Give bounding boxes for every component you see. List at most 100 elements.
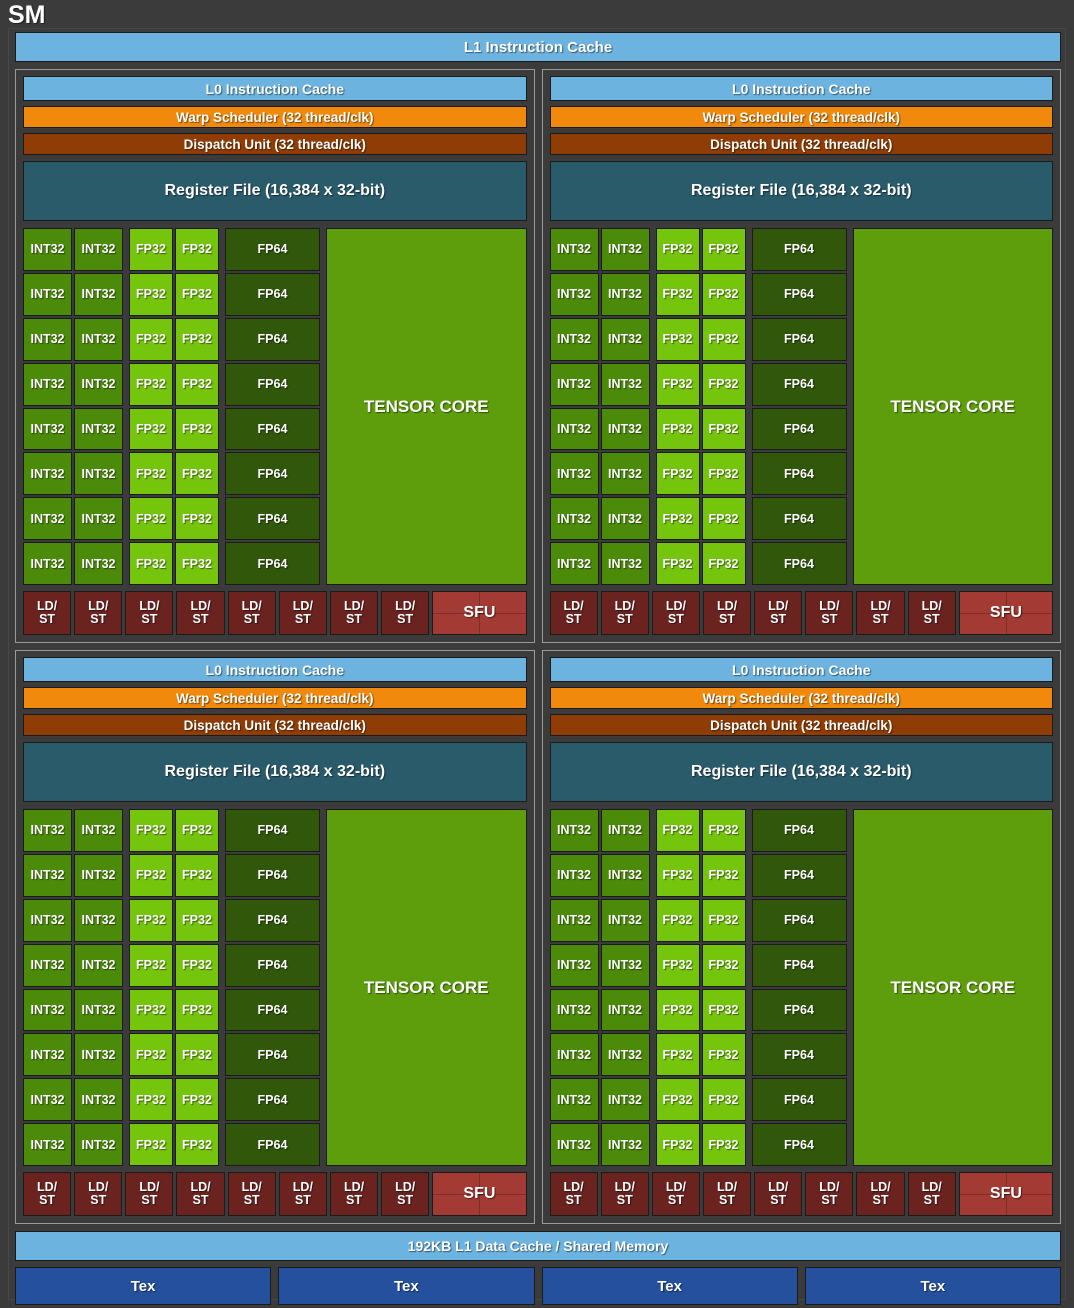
warp-scheduler-block: Warp Scheduler (32 thread/clk) — [549, 687, 1053, 709]
core-unit: INT32 — [23, 988, 72, 1032]
l0-instruction-cache-block: L0 Instruction Cache — [23, 657, 527, 682]
core-unit: FP64 — [751, 317, 847, 361]
fp64-unit-column: FP64 FP64 FP64 FP64 FP64 FP64 FP64 FP64 — [225, 809, 320, 1166]
core-unit: FP64 — [751, 362, 847, 406]
ld-st-unit: LD/ST — [329, 591, 379, 635]
core-unit: FP32 — [175, 809, 219, 852]
core-unit: FP32 — [701, 853, 746, 897]
core-unit: FP64 — [225, 988, 320, 1032]
sfu-label: SFU — [463, 604, 496, 621]
fp32-unit-column: FP32 FP32 FP32 FP32 FP32 FP32 FP32 FP32 FP32 FP32… — [129, 228, 219, 585]
core-unit: FP64 — [751, 1033, 847, 1077]
core-unit: FP32 — [701, 809, 746, 852]
core-unit: FP32 — [175, 317, 219, 361]
core-unit: INT32 — [23, 1033, 72, 1077]
ld-st-unit: LD/ST — [754, 1172, 803, 1216]
core-unit: FP64 — [225, 809, 320, 852]
core-unit: FP32 — [129, 943, 173, 987]
load-store-row: LD/ST LD/ST LD/ST LD/ST LD/ST LD/ST LD/ST LD/ST… — [23, 591, 527, 635]
load-store-row: LD/ST LD/ST LD/ST LD/ST LD/ST LD/ST LD/ST LD/ST… — [23, 1172, 527, 1216]
core-unit: FP32 — [655, 228, 700, 271]
ld-st-unit: LD/ST — [856, 1172, 905, 1216]
register-file-block: Register File (16,384 x 32-bit) — [549, 161, 1053, 221]
core-unit: INT32 — [74, 1078, 123, 1122]
sfu-label: SFU — [989, 1185, 1022, 1202]
ld-st-unit: LD/ST — [702, 1172, 752, 1216]
int32-unit-column: INT32 INT32 INT32 INT32 INT32 INT32 INT32 INT32… — [549, 809, 650, 1166]
core-unit: INT32 — [600, 452, 650, 496]
dispatch-unit-block: Dispatch Unit (32 thread/clk) — [23, 714, 527, 736]
core-unit: INT32 — [600, 542, 650, 585]
ld-st-unit: LD/ST — [176, 591, 225, 635]
core-unit: INT32 — [74, 898, 123, 942]
core-unit: FP64 — [751, 809, 847, 852]
ld-st-unit: LD/ST — [549, 1172, 598, 1216]
core-unit: FP32 — [129, 452, 173, 496]
core-unit: FP32 — [701, 1033, 746, 1077]
core-unit: FP64 — [225, 497, 320, 541]
ld-st-label-bottom: ST — [667, 1193, 684, 1207]
core-unit: INT32 — [600, 272, 650, 316]
core-unit: INT32 — [74, 1033, 123, 1077]
core-unit: INT32 — [549, 988, 599, 1032]
ld-st-label-bottom: ST — [141, 612, 158, 626]
tex-unit-1: Tex — [15, 1267, 272, 1305]
ld-st-unit: LD/ST — [805, 1172, 854, 1216]
core-unit: FP64 — [751, 542, 847, 585]
l1-instruction-cache-block: L1 Instruction Cache — [15, 32, 1061, 62]
core-unit: INT32 — [23, 853, 72, 897]
core-unit: INT32 — [74, 272, 123, 316]
core-unit: INT32 — [549, 317, 599, 361]
ld-st-unit: LD/ST — [856, 591, 905, 635]
ld-st-label-bottom: ST — [770, 1193, 787, 1207]
ld-st-label-bottom: ST — [192, 1193, 209, 1207]
warp-scheduler-block: Warp Scheduler (32 thread/clk) — [23, 687, 527, 709]
core-unit: FP32 — [129, 228, 173, 271]
core-unit: FP32 — [701, 317, 746, 361]
ld-st-unit: LD/ST — [23, 1172, 72, 1216]
core-unit: FP32 — [175, 362, 219, 406]
core-unit: FP32 — [655, 898, 700, 942]
ld-st-label-bottom: ST — [397, 612, 414, 626]
core-unit: FP32 — [129, 898, 173, 942]
core-unit: FP32 — [175, 943, 219, 987]
core-unit: FP32 — [655, 362, 700, 406]
ld-st-unit: LD/ST — [702, 591, 752, 635]
core-unit: INT32 — [600, 853, 650, 897]
core-unit: FP64 — [751, 407, 847, 451]
core-unit: FP32 — [175, 853, 219, 897]
core-unit: INT32 — [600, 898, 650, 942]
register-file-block: Register File (16,384 x 32-bit) — [23, 161, 527, 221]
ld-st-label-bottom: ST — [719, 612, 736, 626]
ld-st-unit: LD/ST — [176, 1172, 225, 1216]
core-unit: INT32 — [549, 809, 599, 852]
ld-st-label-bottom: ST — [243, 1193, 260, 1207]
core-unit: FP32 — [655, 452, 700, 496]
int32-unit-column: INT32 INT32 INT32 INT32 INT32 INT32 INT32 INT32… — [23, 809, 123, 1166]
core-unit: FP32 — [701, 272, 746, 316]
core-unit: FP64 — [225, 1123, 320, 1166]
ld-st-unit: LD/ST — [278, 1172, 327, 1216]
core-unit: FP64 — [225, 228, 320, 271]
core-unit: FP64 — [751, 228, 847, 271]
core-unit: INT32 — [74, 407, 123, 451]
core-unit: INT32 — [549, 1033, 599, 1077]
core-unit: FP32 — [655, 853, 700, 897]
fp64-unit-column: FP64 FP64 FP64 FP64 FP64 FP64 FP64 FP64 — [225, 228, 320, 585]
core-unit: FP32 — [701, 407, 746, 451]
core-unit: INT32 — [549, 542, 599, 585]
ld-st-unit: LD/ST — [381, 1172, 430, 1216]
ld-st-label-bottom: ST — [141, 1193, 158, 1207]
ld-st-label-bottom: ST — [872, 612, 889, 626]
sm-diagram: SM L1 Instruction Cache L0 Instruction C… — [0, 0, 1074, 1308]
core-unit: FP64 — [225, 1078, 320, 1122]
ld-st-label-bottom: ST — [90, 612, 107, 626]
fp32-unit-column: FP32 FP32 FP32 FP32 FP32 FP32 FP32 FP32 FP32 FP32… — [655, 228, 746, 585]
ld-st-unit: LD/ST — [754, 591, 803, 635]
tex-units-row: Tex Tex Tex Tex — [15, 1267, 1061, 1305]
ld-st-unit: LD/ST — [227, 591, 276, 635]
core-unit: FP64 — [751, 497, 847, 541]
core-unit: FP32 — [701, 542, 746, 585]
core-unit: FP64 — [225, 943, 320, 987]
core-unit: INT32 — [600, 809, 650, 852]
